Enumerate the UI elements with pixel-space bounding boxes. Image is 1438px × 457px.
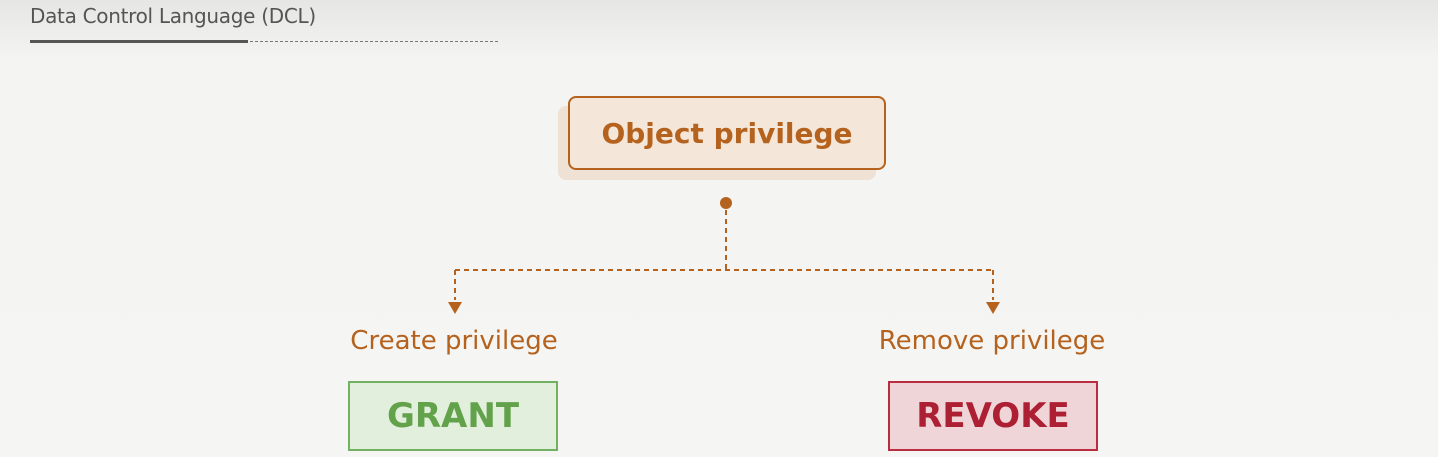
revoke-box: REVOKE <box>888 381 1098 451</box>
grant-box: GRANT <box>348 381 558 451</box>
connector-dot <box>720 197 732 209</box>
create-privilege-label: Create privilege <box>350 326 558 356</box>
dashed-branch <box>454 210 994 300</box>
remove-privilege-label: Remove privilege <box>878 326 1106 356</box>
arrow-right-icon <box>986 302 1000 314</box>
arrow-left-icon <box>448 302 462 314</box>
connector-lines <box>448 197 1000 314</box>
